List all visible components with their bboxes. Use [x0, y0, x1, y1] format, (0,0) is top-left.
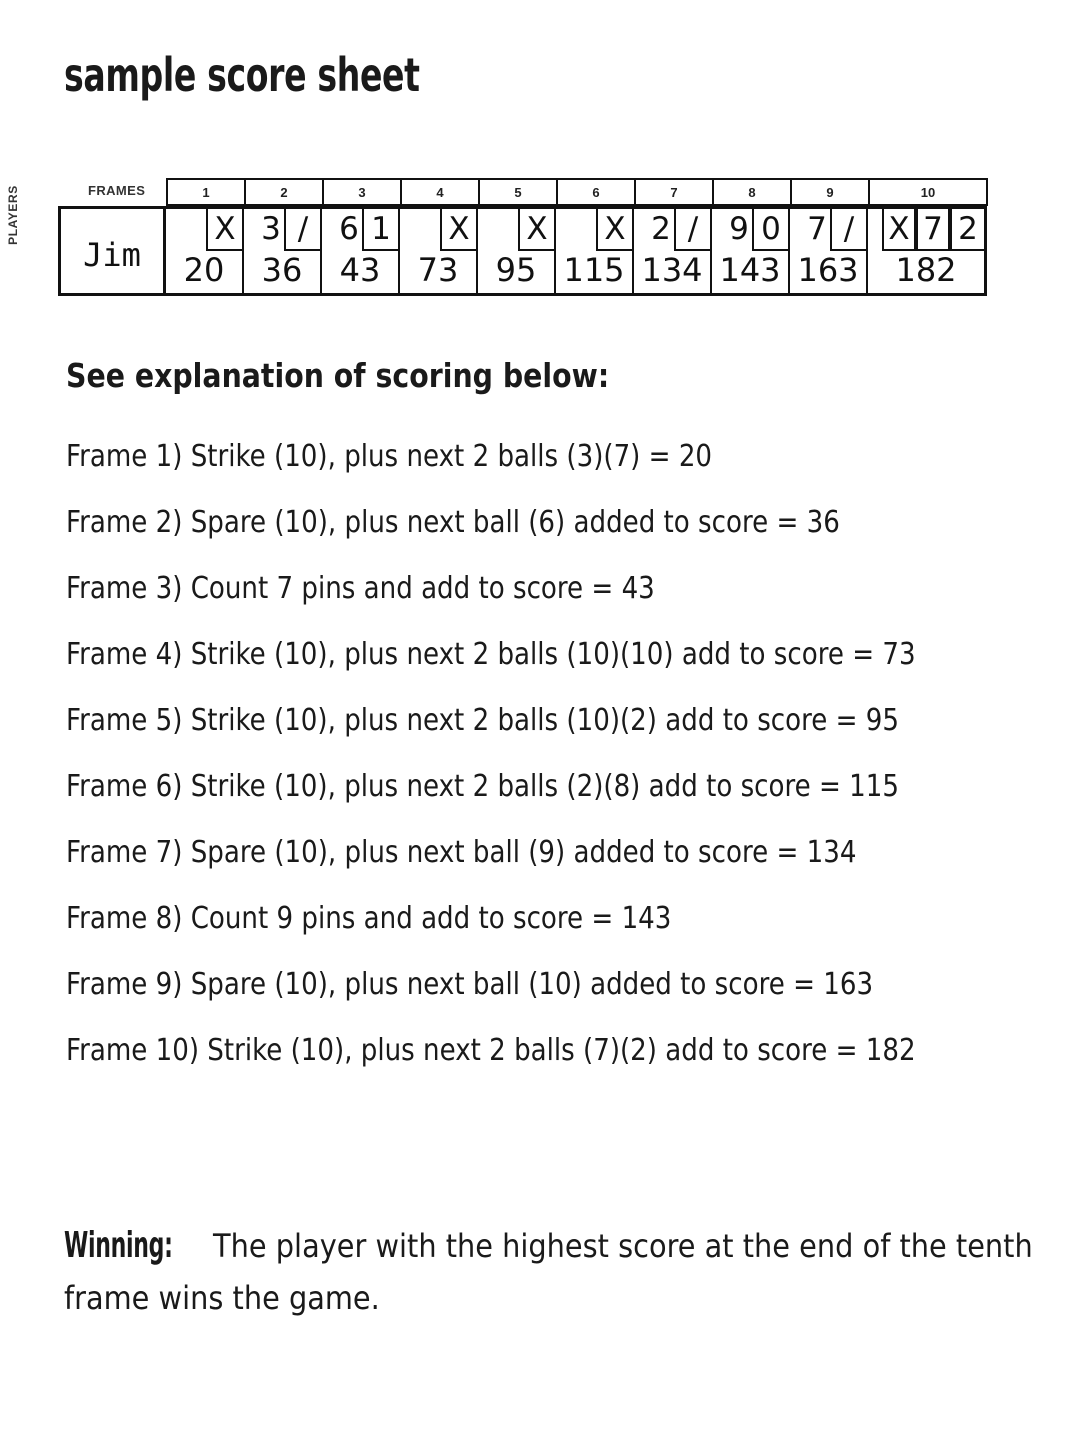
frame-cell-9: 7 / 163	[790, 209, 868, 293]
ball-2-value: 7	[916, 209, 950, 251]
frame-balls: X	[400, 209, 476, 253]
ball-1-value: X	[882, 209, 916, 251]
player-name-cell: Jim	[61, 209, 166, 293]
frame-balls: X	[556, 209, 632, 253]
explanation-list: Frame 1) Strike (10), plus next 2 balls …	[66, 424, 1056, 1084]
player-name: Jim	[83, 236, 141, 274]
ball-2-value: /	[830, 209, 866, 251]
frame-total: 36	[261, 251, 303, 289]
ball-2-value: X	[440, 209, 476, 251]
frame-total: 20	[183, 251, 225, 289]
ball-1-value: 7	[807, 211, 827, 247]
ball-1-value	[414, 209, 440, 249]
frame-balls: 9 0	[712, 209, 788, 253]
frame-balls: 6 1	[322, 209, 398, 253]
winning-section: Winning: The player with the highest sco…	[64, 1188, 1044, 1356]
frame-cell-6: X 115	[556, 209, 634, 293]
frame-number-header: 3	[324, 180, 402, 204]
explanation-line: Frame 3) Count 7 pins and add to score =…	[66, 571, 655, 606]
explanation-line: Frame 4) Strike (10), plus next 2 balls …	[66, 637, 916, 672]
frame-total: 73	[417, 251, 459, 289]
explanation-line: Frame 8) Count 9 pins and add to score =…	[66, 901, 672, 936]
score-sheet-table: PLAYERS FRAMES 1 2 3 4 5 6 7 8 9 10 Jim …	[6, 178, 1030, 296]
frame-cell-3: 6 1 43	[322, 209, 400, 293]
players-axis-label: PLAYERS	[6, 185, 20, 245]
player-score-row: Jim X 20 3 / 36 6 1 43 X 73 X 95 X 115 2…	[58, 206, 987, 296]
ball-1-value	[492, 209, 518, 249]
frame-cell-4: X 73	[400, 209, 478, 293]
frame-balls: X	[478, 209, 554, 253]
explanation-line: Frame 1) Strike (10), plus next 2 balls …	[66, 439, 713, 474]
frame-cell-5: X 95	[478, 209, 556, 293]
frame-balls: X	[166, 209, 242, 253]
explanation-line: Frame 10) Strike (10), plus next 2 balls…	[66, 1033, 916, 1068]
explanation-line: Frame 5) Strike (10), plus next 2 balls …	[66, 703, 899, 738]
ball-1-value: 3	[261, 211, 281, 247]
ball-2-value: 1	[362, 209, 398, 251]
frame-number-header: 8	[714, 180, 792, 204]
ball-1-value: 6	[339, 211, 359, 247]
ball-1-value	[570, 209, 596, 249]
frame-number-header: 6	[558, 180, 636, 204]
frame-number-header-row: 1 2 3 4 5 6 7 8 9 10	[166, 178, 988, 206]
frame-number-header: 5	[480, 180, 558, 204]
winning-label: Winning:	[64, 1225, 173, 1266]
ball-2-value: /	[284, 209, 320, 251]
frame-total: 143	[719, 251, 781, 289]
frame-cell-10: X 7 2 182	[868, 209, 984, 293]
ball-1-value: 2	[651, 211, 671, 247]
ball-2-value: 0	[752, 209, 788, 251]
frame-total: 134	[641, 251, 703, 289]
frame-number-header: 2	[246, 180, 324, 204]
frame-balls: 3 /	[244, 209, 320, 253]
frame-number-header: 10	[920, 184, 936, 200]
winning-paragraph: Winning: The player with the highest sco…	[64, 1220, 1041, 1324]
frame-balls: 7 /	[790, 209, 866, 253]
ball-2-value: X	[596, 209, 632, 251]
ball-2-value: X	[206, 209, 242, 251]
frame-balls: 2 /	[634, 209, 710, 253]
frame-total: 163	[797, 251, 859, 289]
frame-number-header: 9	[792, 180, 870, 204]
ball-3-value: 2	[950, 209, 984, 251]
frame-cell-8: 9 0 143	[712, 209, 790, 293]
explanation-line: Frame 2) Spare (10), plus next ball (6) …	[66, 505, 840, 540]
frames-axis-label: FRAMES	[88, 183, 146, 198]
page-title: sample score sheet	[64, 48, 420, 102]
frame-cell-1: X 20	[166, 209, 244, 293]
explanation-line: Frame 9) Spare (10), plus next ball (10)…	[66, 967, 874, 1002]
ball-1-value	[180, 209, 206, 249]
frame-number-header: 4	[402, 180, 480, 204]
frame-total: 115	[563, 251, 625, 289]
frame-total: 43	[339, 251, 381, 289]
ball-2-value: X	[518, 209, 554, 251]
ball-1-value: 9	[729, 211, 749, 247]
frame-balls: X 7 2	[868, 209, 984, 253]
explanation-line: Frame 6) Strike (10), plus next 2 balls …	[66, 769, 899, 804]
explanation-line: Frame 7) Spare (10), plus next ball (9) …	[66, 835, 857, 870]
ball-2-value: /	[674, 209, 710, 251]
frame-total: 182	[895, 251, 957, 289]
frame-number-header: 7	[636, 180, 714, 204]
frame-total: 95	[495, 251, 537, 289]
winning-text: The player with the highest score at the…	[64, 1227, 1033, 1317]
frame-number-header: 1	[168, 180, 246, 204]
explanation-heading: See explanation of scoring below:	[66, 356, 610, 395]
frame-cell-2: 3 / 36	[244, 209, 322, 293]
frame-cell-7: 2 / 134	[634, 209, 712, 293]
